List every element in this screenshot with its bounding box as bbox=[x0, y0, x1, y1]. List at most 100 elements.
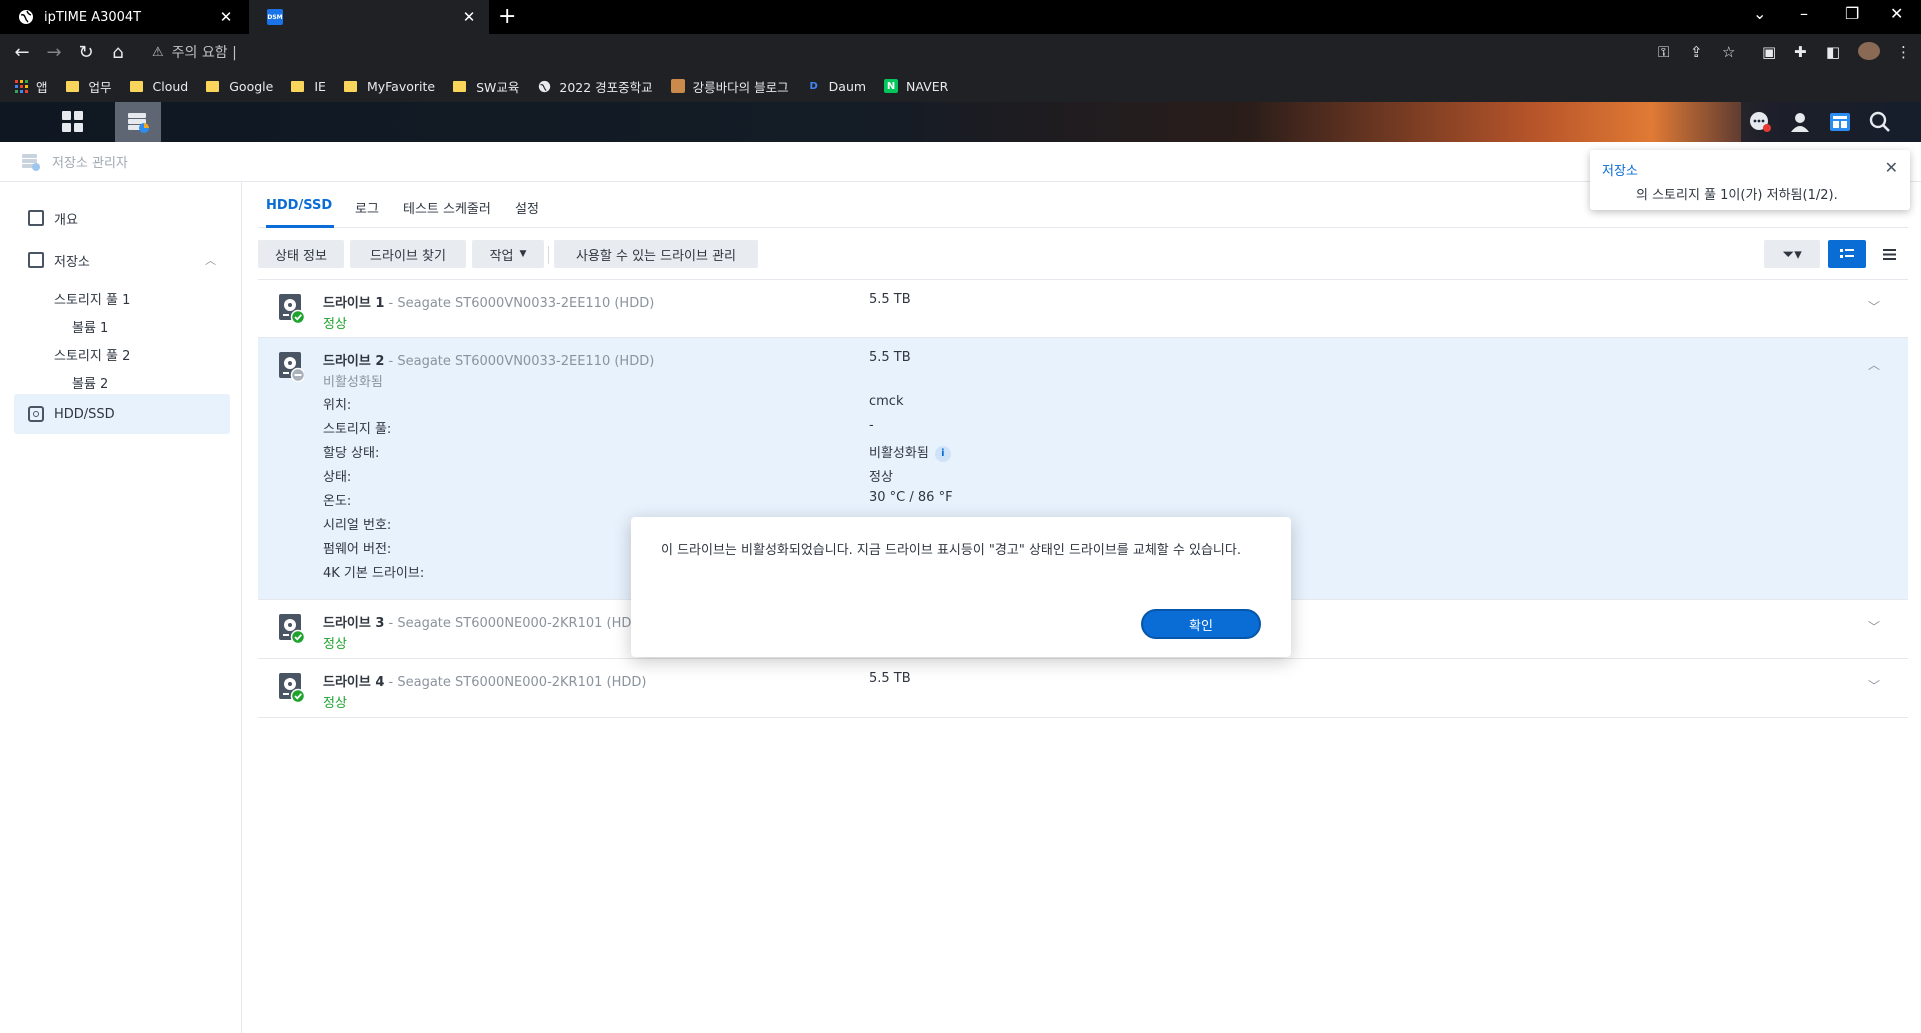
sidebar-item-overview[interactable]: 개요 bbox=[14, 198, 230, 238]
share-icon[interactable]: ⇪ bbox=[1690, 43, 1703, 61]
close-window-icon[interactable]: ✕ bbox=[1890, 4, 1903, 23]
chevron-up-icon[interactable]: ︿ bbox=[1868, 356, 1880, 373]
hdd-icon bbox=[28, 406, 44, 422]
bookmark-folder-sw[interactable]: SW교육 bbox=[453, 77, 519, 96]
blog-icon bbox=[670, 79, 685, 93]
bookmark-folder-work[interactable]: 업무 bbox=[65, 77, 112, 96]
chevron-down-icon[interactable]: ﹀ bbox=[1868, 677, 1880, 694]
drive-row-1[interactable]: 드라이브 1 - Seagate ST6000VN0033-2EE110 (HD… bbox=[258, 279, 1908, 338]
chevron-down-icon[interactable]: ﹀ bbox=[1868, 618, 1880, 635]
folder-icon bbox=[291, 80, 305, 92]
tab-test-scheduler[interactable]: 테스트 스케줄러 bbox=[403, 198, 491, 217]
detail-serial-label: 시리얼 번호: bbox=[323, 518, 392, 533]
home-icon[interactable]: ⌂ bbox=[107, 42, 129, 63]
warning-icon: ⚠ bbox=[152, 44, 164, 60]
widgets-icon[interactable] bbox=[1828, 110, 1852, 134]
window-title: 저장소 관리자 bbox=[52, 156, 128, 171]
tab-settings[interactable]: 설정 bbox=[515, 198, 539, 217]
status-info-button[interactable]: 상태 정보 bbox=[258, 240, 344, 268]
sidebar-item-storage[interactable]: 저장소 bbox=[14, 240, 230, 280]
task-dropdown-button[interactable]: 작업 ▼ bbox=[472, 240, 544, 268]
drive-status: 비활성화됨 bbox=[323, 375, 383, 390]
key-icon[interactable]: ⚿ bbox=[1658, 43, 1669, 61]
minimize-icon[interactable]: – bbox=[1800, 4, 1808, 23]
drive-model: - Seagate ST6000VN0033-2EE110 (HDD) bbox=[384, 354, 655, 369]
bookmark-blog[interactable]: 강릉바다의 블로그 bbox=[670, 77, 789, 96]
bookmark-label: MyFavorite bbox=[366, 78, 436, 94]
tab-title: ipTIME A3004T bbox=[44, 9, 142, 25]
search-icon[interactable] bbox=[1868, 110, 1892, 134]
bookmark-label: NAVER bbox=[906, 78, 949, 94]
address-bar[interactable]: ⚠ 주의 요함 | bbox=[140, 37, 1760, 67]
folder-icon bbox=[343, 80, 357, 92]
avatar[interactable] bbox=[1858, 42, 1880, 60]
globe-icon bbox=[18, 9, 34, 25]
menu-kebab-icon[interactable]: ⋮ bbox=[1896, 43, 1911, 61]
tab-log[interactable]: 로그 bbox=[355, 198, 379, 217]
drive-label: 드라이브 3 bbox=[323, 616, 385, 631]
bookmark-star-icon[interactable]: ☆ bbox=[1722, 43, 1735, 61]
main-menu-icon[interactable] bbox=[57, 106, 87, 136]
bookmark-label: Daum bbox=[828, 78, 867, 94]
user-icon[interactable] bbox=[1788, 110, 1812, 134]
drive-name: 드라이브 1 - Seagate ST6000VN0033-2EE110 (HD… bbox=[323, 292, 654, 311]
tab-close-icon[interactable]: ✕ bbox=[218, 8, 234, 26]
detail-native4k-label: 4K 기본 드라이브: bbox=[323, 566, 425, 581]
notification-text: 의 스토리지 풀 1이(가) 저하됨(1/2). bbox=[1636, 188, 1838, 203]
sidebar-item-label: 개요 bbox=[54, 212, 78, 228]
tab-hddssd[interactable]: HDD/SSD bbox=[266, 198, 332, 213]
bookmark-daum[interactable]: D Daum bbox=[807, 78, 867, 94]
find-drive-button[interactable]: 드라이브 찾기 bbox=[350, 240, 466, 268]
reload-icon[interactable]: ↻ bbox=[75, 42, 97, 63]
sidebar-item-hddssd[interactable]: HDD/SSD bbox=[14, 394, 230, 434]
detail-pool-label: 스토리지 풀: bbox=[323, 422, 392, 437]
new-tab-icon[interactable]: + bbox=[498, 4, 516, 29]
drive-row-4[interactable]: 드라이브 4 - Seagate ST6000NE000-2KR101 (HDD… bbox=[258, 659, 1908, 718]
drive-status: 정상 bbox=[323, 317, 347, 332]
sidebar-item-pool1[interactable]: 스토리지 풀 1 bbox=[54, 289, 130, 308]
detail-alloc-value: 비활성화됨 i bbox=[869, 442, 951, 462]
puzzle-icon[interactable]: ✚ bbox=[1794, 43, 1807, 61]
tab-close-icon[interactable]: ✕ bbox=[461, 8, 477, 26]
bookmark-folder-cloud[interactable]: Cloud bbox=[129, 79, 188, 94]
info-icon[interactable]: i bbox=[934, 445, 951, 462]
chevron-down-icon[interactable]: ﹀ bbox=[1868, 298, 1880, 315]
sidebar-item-pool2[interactable]: 스토리지 풀 2 bbox=[54, 345, 130, 364]
bookmark-apps[interactable]: 앱 bbox=[14, 77, 48, 96]
drive-status: 정상 bbox=[323, 696, 347, 711]
restore-icon[interactable]: ❐ bbox=[1845, 4, 1859, 23]
tab-search-icon[interactable]: ⌄ bbox=[1753, 4, 1766, 23]
sidepanel-icon[interactable]: ◧ bbox=[1826, 43, 1840, 61]
browser-tab-iptime[interactable]: ipTIME A3004T ✕ bbox=[0, 0, 246, 34]
storage-manager-taskbar-icon[interactable] bbox=[115, 102, 161, 142]
apps-grid-icon bbox=[14, 79, 28, 93]
drive-label: 드라이브 4 bbox=[323, 675, 385, 690]
bookmark-school[interactable]: 2022 경포중학교 bbox=[537, 77, 653, 96]
browser-tab-dsm[interactable]: DSM ✕ bbox=[249, 0, 489, 34]
detail-view-button[interactable] bbox=[1828, 240, 1866, 268]
daum-icon: D bbox=[809, 80, 818, 92]
notification-title[interactable]: 저장소 bbox=[1602, 160, 1638, 179]
detail-list-icon bbox=[1840, 249, 1854, 258]
list-view-button[interactable] bbox=[1870, 240, 1908, 268]
extension-icon[interactable]: ▣ bbox=[1762, 43, 1776, 61]
chevron-up-icon[interactable]: ︿ bbox=[205, 252, 216, 268]
bookmark-folder-google[interactable]: Google bbox=[206, 79, 273, 94]
drive-label: 드라이브 2 bbox=[323, 354, 385, 369]
sidebar-item-volume1[interactable]: 볼륨 1 bbox=[72, 317, 108, 336]
toolbar-divider bbox=[548, 246, 549, 264]
forward-icon[interactable]: → bbox=[43, 42, 65, 63]
bookmark-folder-myfavorite[interactable]: MyFavorite bbox=[343, 78, 436, 94]
back-icon[interactable]: ← bbox=[11, 42, 33, 63]
close-icon[interactable]: ✕ bbox=[1885, 158, 1898, 177]
ok-button[interactable]: 확인 bbox=[1141, 609, 1261, 639]
bookmark-label: 강릉바다의 블로그 bbox=[692, 79, 789, 95]
action-toolbar: 상태 정보 드라이브 찾기 작업 ▼ 사용할 수 있는 드라이브 관리 ⏷▾ bbox=[258, 234, 1908, 274]
manage-available-drives-button[interactable]: 사용할 수 있는 드라이브 관리 bbox=[554, 240, 758, 268]
bookmark-naver[interactable]: N NAVER bbox=[884, 79, 948, 94]
filter-button[interactable]: ⏷▾ bbox=[1764, 240, 1820, 268]
sidebar-item-volume2[interactable]: 볼륨 2 bbox=[72, 373, 108, 392]
bookmark-folder-ie[interactable]: IE bbox=[291, 79, 326, 94]
chat-notification-icon[interactable] bbox=[1748, 110, 1772, 134]
sidebar-item-label: HDD/SSD bbox=[54, 406, 115, 422]
